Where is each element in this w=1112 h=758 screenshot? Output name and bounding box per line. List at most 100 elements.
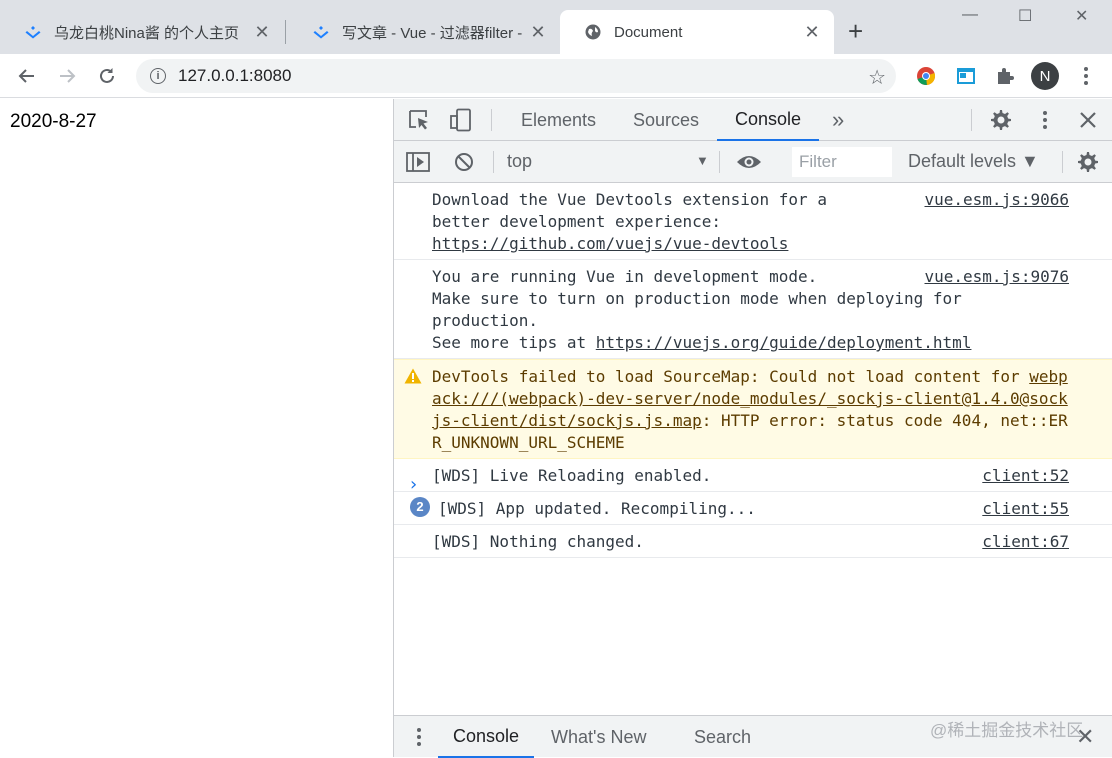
source-link[interactable]: client:67 — [982, 531, 1069, 553]
browser-tab-editor[interactable]: 写文章 - Vue - 过滤器filter - ✕ — [288, 10, 560, 54]
tab-sources[interactable]: Sources — [633, 99, 699, 141]
close-tab-icon[interactable]: ✕ — [252, 22, 272, 43]
juejin-logo-icon — [313, 26, 329, 39]
address-bar[interactable]: i 127.0.0.1:8080 ☆ — [136, 59, 896, 93]
message-line: production. — [432, 311, 538, 330]
minimize-button[interactable]: — — [962, 6, 978, 24]
device-icon — [450, 108, 471, 132]
select-element-icon — [409, 110, 428, 130]
close-devtools-button[interactable] — [1075, 108, 1101, 132]
drawer-tab-whats-new[interactable]: What's New — [551, 716, 646, 758]
console-settings-button[interactable] — [1075, 150, 1101, 174]
arrow-right-icon — [60, 69, 76, 83]
window-capture-icon — [957, 68, 975, 84]
devtools-tabbar: Elements Sources Console » — [394, 99, 1112, 141]
browser-tab-document[interactable]: Document ✕ — [560, 10, 834, 54]
profile-avatar[interactable]: N — [1031, 62, 1059, 90]
message-line: Make sure to turn on production mode whe… — [432, 289, 962, 308]
inspect-element-button[interactable] — [407, 108, 433, 132]
reload-icon — [100, 68, 114, 83]
console-toolbar: top ▼ Filter Default levels ▼ — [394, 141, 1112, 183]
console-message: client:52 [WDS] Live Reloading enabled. — [394, 459, 1112, 492]
back-button[interactable] — [13, 62, 41, 90]
message-text: [WDS] App updated. Recompiling... — [438, 499, 756, 518]
chrome-logo-icon — [917, 67, 936, 86]
devtools-menu-button[interactable] — [1032, 108, 1058, 132]
source-link[interactable]: client:55 — [982, 498, 1069, 520]
tab-divider — [285, 20, 286, 44]
console-message: vue.esm.js:9076 You are running Vue in d… — [394, 260, 1112, 359]
forward-button[interactable] — [53, 62, 81, 90]
new-tab-button[interactable]: + — [848, 18, 863, 44]
console-message: 2 client:55 [WDS] App updated. Recompili… — [394, 492, 1112, 525]
page-viewport: 2020-8-27 — [0, 99, 393, 757]
execution-context-select[interactable]: top — [507, 151, 532, 172]
toolbar-divider — [493, 151, 494, 173]
source-link[interactable]: vue.esm.js:9066 — [925, 189, 1070, 211]
console-messages: vue.esm.js:9066 Download the Vue Devtool… — [394, 183, 1112, 558]
devtools-panel: Elements Sources Console » top ▼ Filter … — [393, 99, 1112, 758]
console-message: client:67 [WDS] Nothing changed. — [394, 525, 1112, 558]
extensions-button[interactable] — [991, 62, 1019, 90]
drawer-menu-button[interactable] — [406, 725, 432, 749]
eye-icon — [737, 156, 761, 168]
sidebar-icon — [406, 152, 430, 172]
devtools-settings-button[interactable] — [988, 108, 1014, 132]
screenshot-extension-button[interactable] — [952, 62, 980, 90]
browser-tab-profile[interactable]: 乌龙白桃Nina酱 的个人主页 ✕ — [0, 10, 284, 54]
tab-title: 写文章 - Vue - 过滤器filter - — [342, 24, 523, 42]
reload-button[interactable] — [93, 62, 121, 90]
tab-elements[interactable]: Elements — [521, 99, 596, 141]
drawer-tab-console[interactable]: Console — [438, 716, 535, 758]
kebab-menu-icon — [1043, 111, 1047, 129]
chrome-extension-button[interactable] — [912, 62, 940, 90]
browser-menu-button[interactable] — [1072, 62, 1100, 90]
live-expression-button[interactable] — [736, 150, 762, 174]
close-icon — [1080, 112, 1096, 128]
tab-title: Document — [614, 23, 683, 41]
globe-icon — [585, 24, 601, 40]
message-line: better development experience: — [432, 212, 721, 231]
kebab-menu-icon — [417, 728, 421, 746]
message-text: See more tips at — [432, 333, 596, 352]
dropdown-arrow-icon[interactable]: ▼ — [696, 153, 709, 168]
close-tab-icon[interactable]: ✕ — [802, 22, 822, 43]
info-icon[interactable]: i — [150, 68, 166, 84]
more-tabs-button[interactable]: » — [832, 99, 844, 141]
close-tab-icon[interactable]: ✕ — [528, 22, 548, 43]
source-link[interactable]: client:52 — [982, 465, 1069, 487]
maximize-button[interactable]: ☐ — [1018, 6, 1032, 26]
toolbar-divider — [1062, 151, 1063, 173]
log-levels-select[interactable]: Default levels ▼ — [908, 151, 1039, 172]
juejin-logo-icon — [25, 26, 41, 39]
devtools-drawer: Console What's New Search @稀土掘金技术社区 ✕ — [394, 715, 1112, 758]
toolbar-divider — [491, 109, 492, 131]
close-window-button[interactable]: ✕ — [1075, 6, 1088, 26]
kebab-menu-icon — [1084, 67, 1088, 85]
clear-console-button[interactable] — [451, 150, 477, 174]
tab-strip: 乌龙白桃Nina酱 的个人主页 ✕ 写文章 - Vue - 过滤器filter … — [0, 0, 1112, 54]
puzzle-icon — [998, 68, 1014, 84]
tab-title: 乌龙白桃Nina酱 的个人主页 — [54, 24, 240, 42]
bookmark-star-icon[interactable]: ☆ — [868, 65, 886, 90]
source-link[interactable]: vue.esm.js:9076 — [925, 266, 1070, 288]
url-text[interactable]: 127.0.0.1:8080 — [178, 66, 291, 86]
gear-icon — [991, 110, 1011, 130]
browser-toolbar: i 127.0.0.1:8080 ☆ N — [0, 54, 1112, 98]
arrow-left-icon — [18, 69, 34, 83]
console-warning: DevTools failed to load SourceMap: Could… — [394, 359, 1112, 459]
message-link[interactable]: https://vuejs.org/guide/deployment.html — [596, 333, 972, 352]
warning-icon — [404, 368, 422, 384]
toggle-sidebar-button[interactable] — [405, 150, 431, 174]
block-icon — [455, 153, 473, 171]
message-link[interactable]: https://github.com/vuejs/vue-devtools — [432, 234, 788, 253]
toolbar-divider — [719, 151, 720, 173]
console-prompt[interactable]: › — [408, 474, 419, 495]
filter-input[interactable]: Filter — [792, 147, 892, 177]
tab-console[interactable]: Console — [717, 99, 820, 141]
message-text: [WDS] Nothing changed. — [432, 532, 644, 551]
close-drawer-button[interactable]: ✕ — [1076, 724, 1094, 750]
watermark: @稀土掘金技术社区 — [930, 721, 1084, 740]
device-toolbar-button[interactable] — [448, 108, 474, 132]
drawer-tab-search[interactable]: Search — [694, 716, 751, 758]
